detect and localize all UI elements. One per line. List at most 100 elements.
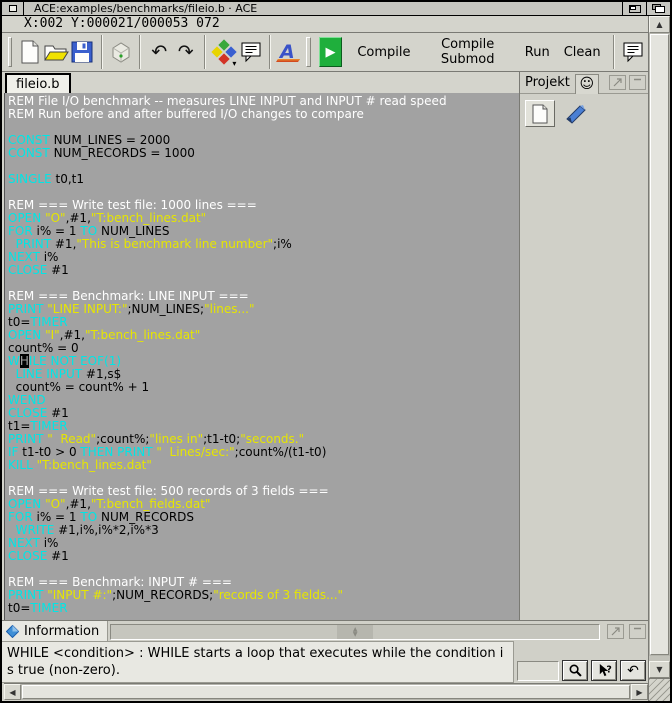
redo-icon: ↷ — [177, 40, 194, 63]
print-button[interactable] — [108, 36, 134, 68]
toolbar-separator — [612, 35, 615, 69]
info-collapse-button[interactable] — [629, 623, 646, 639]
code-line: CONST NUM_RECORDS = 1000 — [8, 146, 195, 160]
play-icon: ▶ — [325, 44, 336, 60]
code-line: PRINT "INPUT #:";NUM_RECORDS;"records of… — [8, 588, 344, 602]
compile-submod-button[interactable]: Compile Submod — [418, 37, 518, 67]
code-line: PRINT "LINE INPUT:";NUM_LINES;"lines..." — [8, 302, 255, 316]
toolbar-separator — [203, 35, 206, 69]
search-icon — [569, 664, 582, 677]
save-file-button[interactable] — [69, 36, 95, 68]
project-panel-title: Projekt — [525, 75, 570, 90]
collapse-icon — [634, 627, 641, 629]
smiley-tab[interactable]: ☺ — [574, 73, 599, 94]
information-tab[interactable]: Information — [2, 621, 109, 641]
tab-fileio[interactable]: fileio.b — [5, 73, 71, 93]
svg-text:?: ? — [606, 664, 611, 675]
cursor-position-status: X:002 Y:000021/000053 072 — [24, 16, 220, 31]
status-bar: X:002 Y:000021/000053 072 — [2, 16, 648, 33]
search-input[interactable] — [517, 661, 559, 681]
new-project-item-button[interactable] — [525, 100, 555, 127]
vertical-scrollbar[interactable]: ▲ ▼ — [648, 16, 670, 678]
code-editor[interactable]: REM File I/O benchmark -- measures LINE … — [4, 93, 519, 620]
information-panel: Information ▲ ▼ WHILE <condition> : WHIL… — [2, 620, 648, 683]
clean-button[interactable]: Clean — [557, 37, 608, 67]
comment-button[interactable] — [237, 36, 263, 68]
project-panel-header: Projekt ☺ — [520, 72, 648, 94]
scroll-left-button[interactable]: ◀ — [4, 684, 21, 700]
depth-icon — [652, 4, 665, 13]
code-line: CLOSE #1 — [8, 406, 69, 420]
toolbar-separator — [268, 35, 271, 69]
code-line: KILL "T:bench_lines.dat" — [8, 458, 152, 472]
search-tools: ? ↶ — [514, 641, 648, 683]
arrow-down-icon: ▼ — [352, 631, 358, 638]
printer-icon — [112, 42, 130, 63]
code-line: WEND — [8, 393, 46, 407]
colors-button[interactable]: ▾ — [211, 36, 237, 68]
window-depth-gadget[interactable] — [646, 2, 670, 15]
vertical-scrollbar-thumb[interactable] — [650, 34, 669, 655]
code-line: NEXT i% — [8, 536, 59, 550]
new-file-button[interactable] — [16, 36, 42, 68]
information-panel-title: Information — [24, 623, 100, 639]
toolbar-grip — [8, 37, 13, 67]
undo-button[interactable]: ↶ — [146, 36, 172, 68]
smiley-icon: ☺ — [579, 76, 595, 92]
code-line: SINGLE t0,t1 — [8, 172, 85, 186]
code-line: CLOSE #1 — [8, 549, 69, 563]
arrow-down-icon: ▼ — [656, 665, 663, 674]
help-bubble-button[interactable] — [620, 36, 646, 68]
redo-button[interactable]: ↷ — [173, 36, 199, 68]
window-zoom-gadget[interactable] — [622, 2, 646, 15]
titlebar[interactable]: ACE:examples/benchmarks/fileio.b · ACE — [2, 2, 670, 16]
horizontal-scrollbar-thumb[interactable] — [22, 685, 630, 699]
information-panel-header: Information ▲ ▼ — [2, 621, 648, 641]
code-line: PRINT #1,"This is benchmark line number"… — [15, 237, 292, 251]
zoom-icon — [628, 4, 641, 13]
ace-logo-icon: A — [276, 41, 301, 63]
project-panel-body — [520, 94, 648, 127]
speech-bubble-icon — [623, 42, 643, 63]
compile-button[interactable]: Compile — [350, 37, 417, 67]
panel-splitter[interactable]: ▲ ▼ — [110, 624, 600, 640]
expand-icon — [613, 78, 622, 87]
vertical-scrollbar-track[interactable] — [649, 33, 670, 656]
revert-button[interactable]: ↶ — [620, 660, 646, 681]
horizontal-scrollbar[interactable]: ◀ ▶ — [4, 683, 648, 700]
panel-collapse-button[interactable] — [629, 75, 646, 90]
open-file-button[interactable] — [43, 36, 69, 68]
new-file-icon — [21, 40, 39, 64]
scroll-up-button[interactable]: ▲ — [649, 16, 670, 33]
scroll-right-button[interactable]: ▶ — [631, 684, 648, 700]
code-line: REM Run before and after buffered I/O ch… — [8, 107, 364, 121]
code-line: OPEN "I",#1,"T:bench_lines.dat" — [8, 328, 201, 342]
panel-expand-button[interactable] — [609, 75, 626, 90]
speech-bubble-icon — [241, 42, 261, 63]
horizontal-scrollbar-track[interactable] — [21, 684, 631, 700]
code-line: NEXT i% — [8, 250, 59, 264]
page-icon — [532, 104, 548, 123]
run-button[interactable]: ▶ — [318, 37, 343, 67]
run-text-button[interactable]: Run — [518, 37, 557, 67]
undo-icon: ↶ — [151, 40, 168, 63]
resize-gadget[interactable] — [648, 678, 670, 701]
ace-window: ACE:examples/benchmarks/fileio.b · ACE X… — [0, 0, 672, 703]
scroll-down-button[interactable]: ▼ — [649, 661, 670, 678]
context-help-button[interactable]: ? — [591, 660, 617, 681]
close-icon — [8, 5, 17, 12]
bookmark-icon — [564, 102, 588, 126]
arrow-right-icon: ▶ — [636, 687, 643, 697]
info-expand-button[interactable] — [607, 623, 624, 639]
ace-logo-button[interactable]: A — [276, 36, 302, 68]
toolbar-grip — [306, 37, 311, 67]
window-close-gadget[interactable] — [2, 2, 24, 15]
splitter-handle[interactable]: ▲ ▼ — [337, 625, 374, 639]
toolbar-separator — [100, 35, 103, 69]
chevron-down-icon: ▾ — [232, 59, 237, 68]
code-line: CLOSE #1 — [8, 263, 69, 277]
search-button[interactable] — [562, 660, 588, 681]
help-text: WHILE <condition> : WHILE starts a loop … — [2, 641, 514, 683]
window-title: ACE:examples/benchmarks/fileio.b · ACE — [34, 2, 258, 15]
collapse-icon — [634, 78, 641, 81]
